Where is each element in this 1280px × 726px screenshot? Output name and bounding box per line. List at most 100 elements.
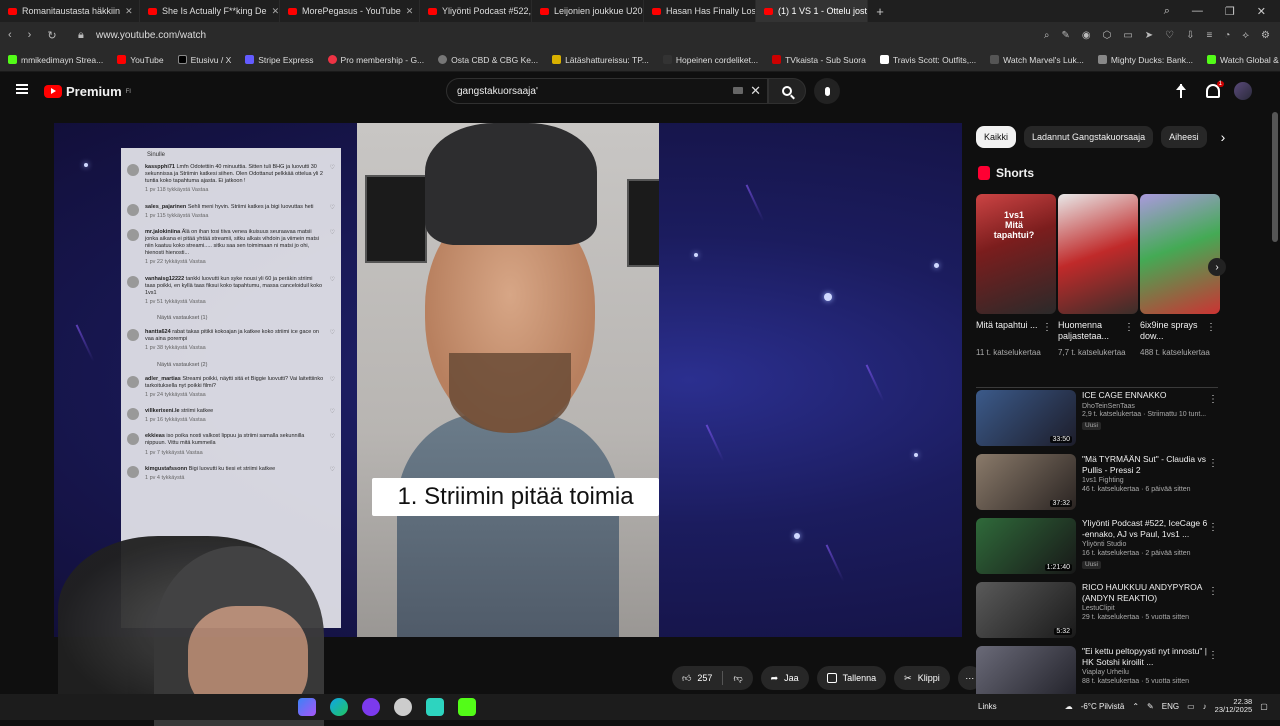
keyboard-icon[interactable] [733,87,743,94]
profile-icon[interactable]: ◔ [1224,30,1230,41]
browser-tab[interactable]: She Is Actually F**king De ✕ [140,0,280,22]
video-thumbnail[interactable]: 5:32 [976,582,1076,638]
channel-name[interactable]: Viaplay Urheilu [1082,669,1212,678]
notifications-bell-icon[interactable]: 1 [1206,81,1224,98]
app-icon[interactable] [298,698,316,716]
browser-tab[interactable]: MorePegasus - YouTube ✕ [280,0,420,22]
channel-name[interactable]: Yliyönti Studio [1082,541,1212,550]
bookmark[interactable]: Mighty Ducks: Bank... [1097,55,1193,65]
kick-icon[interactable] [458,698,476,716]
more-vert-icon[interactable]: ⋮ [1208,586,1218,597]
like-button[interactable]: 👍︎ 257 👎︎ [672,666,753,690]
bookmark[interactable]: Hopeinen cordeliket... [662,55,758,65]
list-item[interactable]: 1:21:40 Yliyönti Podcast #522, IceCage 6… [976,518,1226,582]
video-thumbnail[interactable]: 33:50 [976,390,1076,446]
url-field[interactable]: www.youtube.com/watch [96,30,206,41]
browser-tab[interactable]: Romanitaustasta häkkiin ✕ [0,0,140,22]
zoom-icon[interactable]: ⌕ [1044,30,1050,41]
video-title[interactable]: "Ei kettu peltopyysti nyt innostu" | HK … [1082,646,1212,667]
more-vert-icon[interactable]: ⋮ [1206,322,1216,333]
clock[interactable]: 22.38 23/12/2025 [1215,697,1253,715]
bookmark[interactable]: Osta CBD & CBG Ke... [438,55,538,65]
short-thumbnail[interactable] [1140,194,1220,314]
new-tab-button[interactable]: + [868,4,892,19]
voice-search-button[interactable] [814,78,840,104]
app-icon[interactable] [394,698,412,716]
notification-center-icon[interactable]: ▢ [1260,702,1268,711]
search-input[interactable]: gangstakuorsaaja' ✕ [446,78,768,104]
pen-icon[interactable]: ✎ [1147,702,1154,711]
close-tab-icon[interactable]: ✕ [125,6,133,17]
list-item[interactable]: 33:50 ICE CAGE ENNAKKO DhoTeinSenTaas 2,9 … [976,390,1226,454]
list-item[interactable]: 5:32 RICO HAUKKUU ANDYPYROA (ANDYN REAKT… [976,582,1226,646]
thumbs-down-icon[interactable]: 👎︎ [733,673,742,684]
menu-icon[interactable]: ≡ [1207,30,1213,41]
short-item[interactable]: 1vs1 Mitä tapahtui? Mitä tapahtui ... 11… [976,194,1056,358]
browser-tab[interactable]: Hasan Has Finally Lost Hi✕ [644,0,756,22]
video-title[interactable]: RICO HAUKKUU ANDYPYROA (ANDYN REAKTIO) [1082,582,1212,603]
links-toolbar[interactable]: Links [978,702,997,711]
edit-icon[interactable]: ✎ [1061,30,1069,41]
search-tabs-icon[interactable]: ⌕ [1164,5,1170,18]
heart-icon[interactable]: ♡ [1165,30,1174,41]
send-icon[interactable]: ➤ [1145,30,1153,41]
video-title[interactable]: "Mä TYRMÄÄN Sut" - Claudia vs Pullis - P… [1082,454,1212,475]
chip-topics[interactable]: Aiheesi [1161,126,1207,148]
settings-icon[interactable]: ⚙ [1261,30,1270,41]
more-vert-icon[interactable]: ⋮ [1208,522,1218,533]
discord-icon[interactable] [362,698,380,716]
camera-icon[interactable]: ◉ [1082,30,1091,41]
upload-icon[interactable] [1176,84,1192,98]
extension-icon[interactable]: ⬡ [1103,30,1112,41]
chevron-right-icon[interactable]: › [1221,129,1226,145]
hamburger-menu-icon[interactable] [16,84,28,94]
more-vert-icon[interactable]: ⋮ [1208,394,1218,405]
bookmark[interactable]: Watch Global & Loc... [1207,55,1280,65]
bookmark[interactable]: Etusivu / X [177,55,231,65]
back-icon[interactable]: ‹ [8,29,12,41]
minimize-icon[interactable]: — [1192,5,1203,18]
avatar[interactable] [1234,82,1252,100]
shorts-next-button[interactable]: › [1208,258,1226,276]
short-thumbnail[interactable] [1058,194,1138,314]
network-icon[interactable]: ▭ [1187,702,1195,711]
more-vert-icon[interactable]: ⋮ [1208,650,1218,661]
channel-name[interactable]: DhoTeinSenTaas [1082,403,1212,412]
video-thumbnail[interactable]: 37:32 [976,454,1076,510]
language-indicator[interactable]: ENG [1162,702,1179,711]
video-title[interactable]: Yliyönti Podcast #522, IceCage 6 -ennako… [1082,518,1212,539]
youtube-logo[interactable]: Premium FI [44,84,131,99]
app-icon[interactable] [426,698,444,716]
browser-tab[interactable]: Leijonien joukkue U20 MM✕ [532,0,644,22]
download-icon[interactable]: ⇩ [1186,30,1194,41]
vpn-icon[interactable]: ⟡ [1242,30,1249,41]
weather-text[interactable]: -6°C Pilvistä [1081,702,1125,711]
more-vert-icon[interactable]: ⋮ [1124,322,1134,333]
chip-all[interactable]: Kaikki [976,126,1017,148]
reload-icon[interactable]: ↻ [47,29,56,42]
list-item[interactable]: 37:32 "Mä TYRMÄÄN Sut" - Claudia vs Pull… [976,454,1226,518]
more-vert-icon[interactable]: ⋮ [1042,322,1052,333]
chip-uploaded-by[interactable]: Ladannut Gangstakuorsaaja [1024,126,1154,148]
short-item[interactable]: Huomenna paljastetaa... 7,7 t. katseluke… [1058,194,1138,358]
video-title[interactable]: ICE CAGE ENNAKKO [1082,390,1212,401]
volume-icon[interactable]: ♪ [1203,702,1207,711]
more-vert-icon[interactable]: ⋮ [1208,458,1218,469]
short-thumbnail[interactable]: 1vs1 Mitä tapahtui? [976,194,1056,314]
video-thumbnail[interactable]: 1:21:40 [976,518,1076,574]
bookmark[interactable]: Lätäshattureissu: TP... [552,55,649,65]
chevron-up-icon[interactable]: ⌃ [1132,702,1139,711]
bookmark[interactable]: YouTube [117,55,164,65]
close-window-icon[interactable]: ✕ [1257,5,1266,18]
clip-button[interactable]: ✂ Klippi [894,666,950,690]
bookmark[interactable]: Stripe Express [245,55,314,65]
cast-icon[interactable]: ▭ [1123,30,1132,41]
short-item[interactable]: 6ix9ine sprays dow... 488 t. katselukert… [1140,194,1220,358]
browser-tab-active[interactable]: (1) 1 VS 1 - Ottelu jost● [756,0,868,22]
channel-name[interactable]: 1vs1 Fighting [1082,477,1212,486]
edge-icon[interactable] [330,698,348,716]
clear-search-icon[interactable]: ✕ [750,83,761,99]
save-button[interactable]: Tallenna [816,666,887,690]
search-button[interactable] [768,78,806,104]
browser-tab[interactable]: Yliyönti Podcast #522, Ice✕ [420,0,532,22]
